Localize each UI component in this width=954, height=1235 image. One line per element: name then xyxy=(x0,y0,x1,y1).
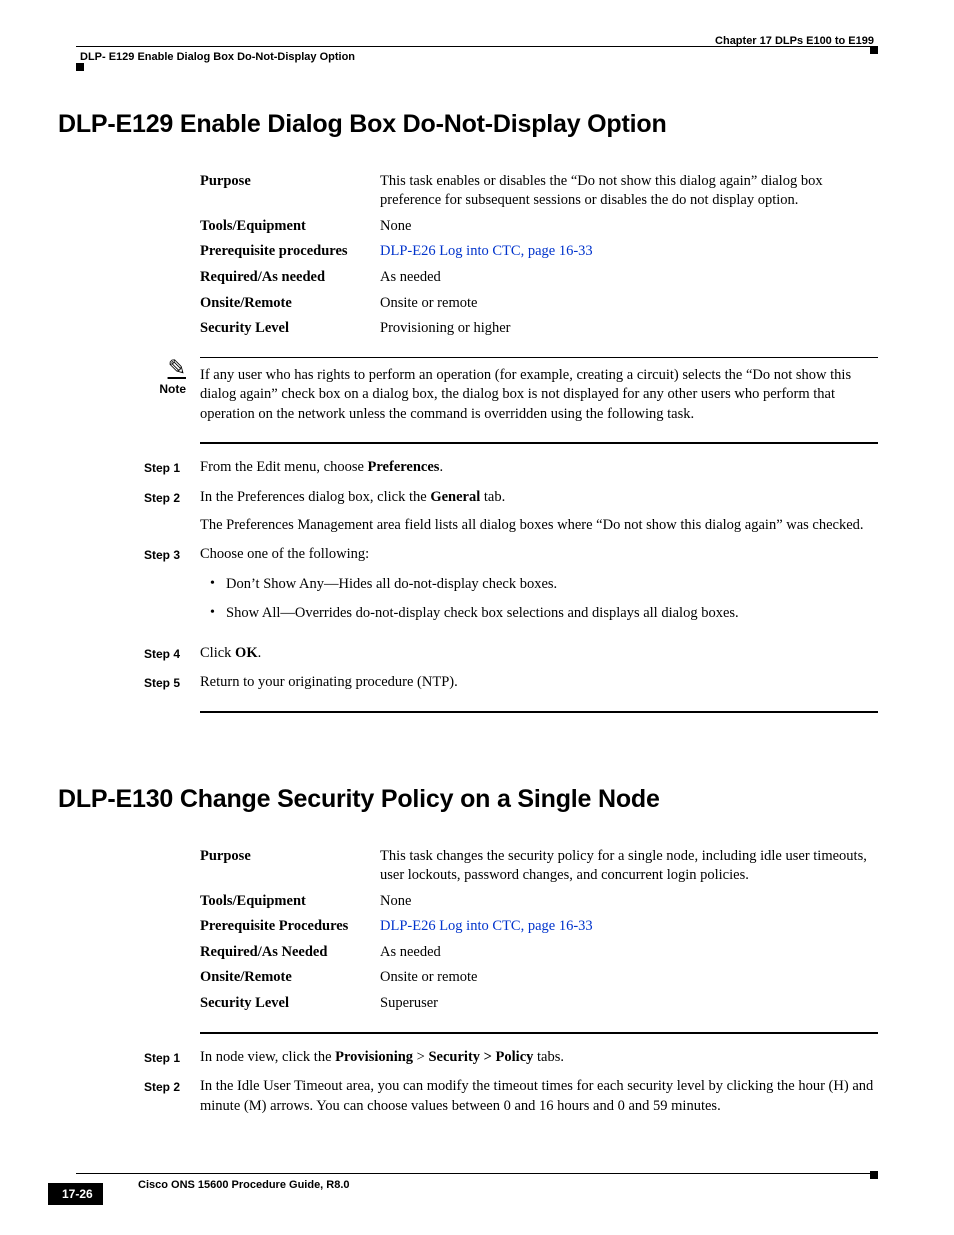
info-value: As needed xyxy=(380,268,878,288)
bold-text: Provisioning xyxy=(335,1049,413,1065)
info-label: Prerequisite Procedures xyxy=(200,917,380,937)
info-label: Tools/Equipment xyxy=(200,217,380,237)
info-row-prereq: Prerequisite Procedures DLP-E26 Log into… xyxy=(200,917,878,937)
info-label: Prerequisite procedures xyxy=(200,242,380,262)
bullet-list: Don’t Show Any—Hides all do-not-display … xyxy=(200,575,878,624)
info-label: Tools/Equipment xyxy=(200,892,380,912)
info-row-prereq: Prerequisite procedures DLP-E26 Log into… xyxy=(200,242,878,262)
text: From the Edit menu, choose xyxy=(200,459,368,475)
header-chapter: Chapter 17 DLPs E100 to E199 xyxy=(715,34,874,49)
info-value: As needed xyxy=(380,943,878,963)
info-row-security: Security Level Provisioning or higher xyxy=(200,319,878,339)
step-label: Step 4 xyxy=(58,644,200,664)
step-3: Step 3 Choose one of the following: Don’… xyxy=(58,545,878,634)
text: tab. xyxy=(480,489,505,505)
info-table-e129: Purpose This task enables or disables th… xyxy=(200,172,878,339)
footer-guide-title: Cisco ONS 15600 Procedure Guide, R8.0 xyxy=(138,1178,878,1193)
info-value: This task changes the security policy fo… xyxy=(380,847,878,886)
info-value: Superuser xyxy=(380,994,878,1014)
prereq-link[interactable]: DLP-E26 Log into CTC, page 16-33 xyxy=(380,917,878,937)
info-row-tools: Tools/Equipment None xyxy=(200,892,878,912)
info-label: Purpose xyxy=(200,172,380,211)
bullet-item: Show All—Overrides do-not-display check … xyxy=(200,604,878,624)
info-label: Required/As Needed xyxy=(200,943,380,963)
prereq-link[interactable]: DLP-E26 Log into CTC, page 16-33 xyxy=(380,242,878,262)
info-value: This task enables or disables the “Do no… xyxy=(380,172,878,211)
text: Click xyxy=(200,645,235,661)
info-table-e130: Purpose This task changes the security p… xyxy=(200,847,878,1014)
divider xyxy=(200,711,878,713)
step-body: Choose one of the following: Don’t Show … xyxy=(200,545,878,634)
info-value: Onsite or remote xyxy=(380,968,878,988)
info-row-purpose: Purpose This task enables or disables th… xyxy=(200,172,878,211)
bold-text: OK xyxy=(235,645,258,661)
bullet-item: Don’t Show Any—Hides all do-not-display … xyxy=(200,575,878,595)
text: tabs. xyxy=(533,1049,564,1065)
text: . xyxy=(258,645,262,661)
info-row-required: Required/As needed As needed xyxy=(200,268,878,288)
step-5: Step 5 Return to your originating proced… xyxy=(58,673,878,693)
info-row-onsite: Onsite/Remote Onsite or remote xyxy=(200,294,878,314)
info-row-onsite: Onsite/Remote Onsite or remote xyxy=(200,968,878,988)
step-body: In the Idle User Timeout area, you can m… xyxy=(200,1077,878,1116)
step-label: Step 2 xyxy=(58,1077,200,1116)
bold-text: General xyxy=(430,489,480,505)
step-1: Step 1 In node view, click the Provision… xyxy=(58,1048,878,1068)
page-number: 17-26 xyxy=(48,1183,103,1205)
footer-tick-icon xyxy=(870,1171,878,1179)
step-label: Step 1 xyxy=(58,1048,200,1068)
step-label: Step 5 xyxy=(58,673,200,693)
step-body: In the Preferences dialog box, click the… xyxy=(200,488,878,535)
text: . xyxy=(439,459,443,475)
section-title-e129: DLP-E129 Enable Dialog Box Do-Not-Displa… xyxy=(58,108,878,142)
info-row-security: Security Level Superuser xyxy=(200,994,878,1014)
section-title-e130: DLP-E130 Change Security Policy on a Sin… xyxy=(58,783,878,817)
info-row-required: Required/As Needed As needed xyxy=(200,943,878,963)
text: > xyxy=(413,1049,428,1065)
step-4: Step 4 Click OK. xyxy=(58,644,878,664)
step-label: Step 2 xyxy=(58,488,200,535)
info-label: Required/As needed xyxy=(200,268,380,288)
bold-text: Security > Policy xyxy=(428,1049,533,1065)
info-label: Onsite/Remote xyxy=(200,968,380,988)
step-body: In node view, click the Provisioning > S… xyxy=(200,1048,878,1068)
note-label: Note xyxy=(58,381,186,397)
info-label: Onsite/Remote xyxy=(200,294,380,314)
note-block: ✎ Note If any user who has rights to per… xyxy=(58,357,878,425)
step-2: Step 2 In the Preferences dialog box, cl… xyxy=(58,488,878,535)
note-text: If any user who has rights to perform an… xyxy=(200,357,878,425)
step-1: Step 1 From the Edit menu, choose Prefer… xyxy=(58,458,878,478)
divider xyxy=(200,442,878,444)
step-label: Step 1 xyxy=(58,458,200,478)
text: In the Preferences dialog box, click the xyxy=(200,489,430,505)
info-value: None xyxy=(380,892,878,912)
info-value: None xyxy=(380,217,878,237)
info-row-tools: Tools/Equipment None xyxy=(200,217,878,237)
step-paragraph: The Preferences Management area field li… xyxy=(200,516,878,536)
footer-rule xyxy=(76,1173,878,1174)
header-topic: DLP- E129 Enable Dialog Box Do-Not-Displ… xyxy=(80,50,355,65)
text: In node view, click the xyxy=(200,1049,335,1065)
header-tick-icon xyxy=(76,63,84,71)
step-2: Step 2 In the Idle User Timeout area, yo… xyxy=(58,1077,878,1116)
step-label: Step 3 xyxy=(58,545,200,634)
step-body: Return to your originating procedure (NT… xyxy=(200,673,878,693)
info-label: Security Level xyxy=(200,994,380,1014)
info-value: Onsite or remote xyxy=(380,294,878,314)
step-body: Click OK. xyxy=(200,644,878,664)
info-value: Provisioning or higher xyxy=(380,319,878,339)
footer: Cisco ONS 15600 Procedure Guide, R8.0 17… xyxy=(48,1173,878,1193)
info-row-purpose: Purpose This task changes the security p… xyxy=(200,847,878,886)
text: Choose one of the following: xyxy=(200,545,878,565)
note-icon: ✎ xyxy=(58,357,186,379)
divider xyxy=(200,1032,878,1034)
step-body: From the Edit menu, choose Preferences. xyxy=(200,458,878,478)
bold-text: Preferences xyxy=(368,459,440,475)
info-label: Purpose xyxy=(200,847,380,886)
info-label: Security Level xyxy=(200,319,380,339)
